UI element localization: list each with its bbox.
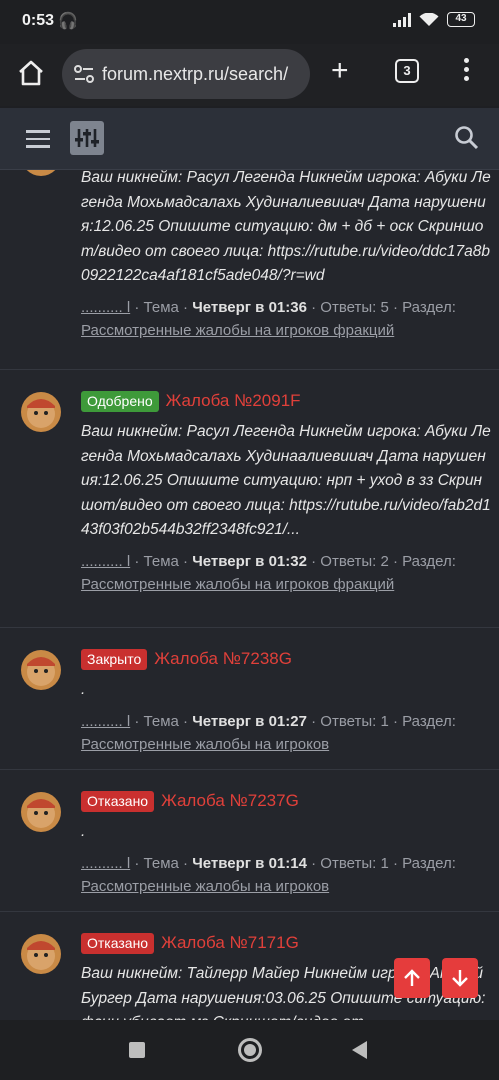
thread-type: Тема (143, 552, 179, 570)
thread-author[interactable]: .......... l (81, 855, 130, 872)
battery-icon: 43 (447, 12, 475, 27)
status-badge[interactable]: Отказано (81, 790, 155, 812)
system-nav-bar (0, 1020, 499, 1080)
thread-replies: Ответы: 5 (320, 298, 389, 316)
avatar[interactable] (21, 170, 61, 176)
url-text: forum.nextrp.ru/search/ (102, 64, 289, 84)
thread-replies: Ответы: 1 (320, 854, 389, 872)
thread-forum-link[interactable]: Рассмотренные жалобы на игроков фракций (81, 573, 491, 597)
status-time: 0:53 (22, 12, 55, 29)
avatar[interactable] (21, 934, 61, 974)
wifi-icon (419, 12, 439, 26)
thread-snippet[interactable]: Ваш никнейм: Расул Легенда Никнейм игрок… (81, 420, 491, 543)
thread-meta: .......... l · Тема · Четверг в 01:27 · … (81, 712, 456, 730)
thread-author[interactable]: .......... l (81, 713, 130, 730)
thread-title[interactable]: Жалоба №2091F (166, 391, 301, 411)
thread-type: Тема (143, 712, 179, 730)
thread-meta: .......... l · Тема · Четверг в 01:36 · … (81, 298, 456, 316)
signal-icon (393, 12, 411, 27)
thread-author[interactable]: .......... l (81, 299, 130, 316)
thread-forum-link[interactable]: Рассмотренные жалобы на игроков (81, 733, 491, 757)
thread-item[interactable]: Закрыто Жалоба №7238G . .......... l · Т… (0, 628, 499, 770)
avatar[interactable] (21, 650, 61, 690)
status-badge[interactable]: Одобрено (81, 390, 159, 412)
scroll-bottom-button[interactable] (442, 958, 478, 998)
thread-type: Тема (143, 298, 179, 316)
thread-title[interactable]: Жалоба №7171G (161, 933, 299, 953)
thread-title[interactable]: Жалоба №7238G (154, 649, 292, 669)
search-icon[interactable] (454, 125, 480, 151)
thread-date: Четверг в 01:14 (192, 854, 307, 872)
thread-item[interactable]: Ваш никнейм: Расул Легенда Никнейм игрок… (0, 170, 499, 370)
home-icon[interactable] (16, 58, 46, 88)
thread-snippet[interactable]: Ваш никнейм: Расул Легенда Никнейм игрок… (81, 170, 491, 289)
arrow-down-icon (452, 970, 468, 987)
scroll-top-button[interactable] (394, 958, 430, 998)
tune-icon[interactable] (74, 65, 94, 83)
forum-navbar (0, 108, 499, 170)
status-badge[interactable]: Закрыто (81, 648, 148, 670)
thread-meta: .......... l · Тема · Четверг в 01:32 · … (81, 552, 456, 570)
tabs-button[interactable]: 3 (395, 59, 419, 83)
thread-item[interactable]: Отказано Жалоба №7237G . .......... l · … (0, 770, 499, 912)
thread-forum-link[interactable]: Рассмотренные жалобы на игроков фракций (81, 319, 491, 343)
thread-section-label: Раздел: (402, 298, 456, 316)
avatar[interactable] (21, 392, 61, 432)
filter-icon[interactable] (70, 121, 104, 155)
thread-replies: Ответы: 2 (320, 552, 389, 570)
back-button[interactable] (352, 1041, 367, 1059)
thread-section-label: Раздел: (402, 712, 456, 730)
recents-button[interactable] (129, 1042, 145, 1058)
status-badge[interactable]: Отказано (81, 932, 155, 954)
thread-section-label: Раздел: (402, 552, 456, 570)
thread-title[interactable]: Жалоба №7237G (161, 791, 299, 811)
browser-toolbar: forum.nextrp.ru/search/ + 3 (0, 44, 499, 106)
avatar[interactable] (21, 792, 61, 832)
thread-item[interactable]: Одобрено Жалоба №2091F Ваш никнейм: Расу… (0, 370, 499, 628)
thread-date: Четверг в 01:27 (192, 712, 307, 730)
status-bar: 0:53 🎧 43 (0, 0, 499, 44)
arrow-up-icon (404, 969, 420, 986)
new-tab-button[interactable]: + (331, 56, 349, 86)
thread-forum-link[interactable]: Рассмотренные жалобы на игроков (81, 875, 491, 899)
address-bar[interactable]: forum.nextrp.ru/search/ (62, 49, 310, 99)
thread-author[interactable]: .......... l (81, 553, 130, 570)
search-results: Ваш никнейм: Расул Легенда Никнейм игрок… (0, 170, 499, 1020)
thread-section-label: Раздел: (402, 854, 456, 872)
hamburger-icon[interactable] (26, 130, 50, 153)
thread-snippet[interactable]: . (81, 820, 491, 845)
thread-date: Четверг в 01:36 (192, 298, 307, 316)
thread-type: Тема (143, 854, 179, 872)
headset-icon: 🎧 (58, 13, 78, 30)
thread-snippet[interactable]: . (81, 678, 491, 703)
menu-icon[interactable] (464, 58, 470, 85)
thread-date: Четверг в 01:32 (192, 552, 307, 570)
thread-replies: Ответы: 1 (320, 712, 389, 730)
home-button[interactable] (238, 1038, 262, 1062)
thread-meta: .......... l · Тема · Четверг в 01:14 · … (81, 854, 456, 872)
